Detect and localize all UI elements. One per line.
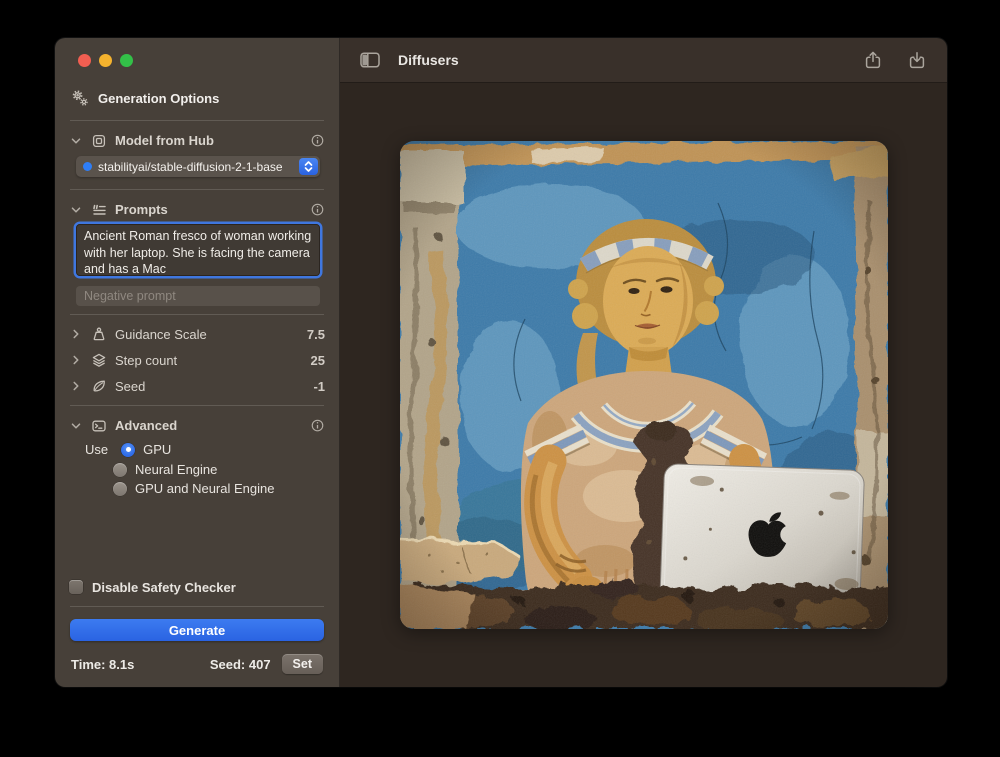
chevron-down-icon[interactable] — [69, 419, 83, 433]
fresco-illustration — [400, 141, 888, 629]
seed-icon — [91, 378, 107, 394]
advanced-section-header[interactable]: Advanced — [69, 412, 325, 439]
image-canvas — [340, 83, 947, 687]
divider — [70, 606, 324, 607]
chevron-right-icon[interactable] — [69, 353, 83, 367]
set-seed-button[interactable]: Set — [282, 654, 323, 674]
radio-neural-engine-label[interactable]: Neural Engine — [135, 462, 217, 477]
window-controls — [69, 38, 325, 82]
chevron-down-icon[interactable] — [69, 134, 83, 148]
model-section-header[interactable]: Model from Hub — [69, 127, 325, 154]
minimize-window-button[interactable] — [99, 54, 112, 67]
model-icon — [91, 133, 107, 149]
prompts-icon — [91, 202, 107, 218]
main-area: Diffusers — [340, 38, 947, 687]
radio-neural-engine[interactable] — [113, 463, 127, 477]
radio-gpu[interactable] — [121, 443, 135, 457]
guidance-scale-value: 7.5 — [307, 327, 325, 342]
guidance-icon — [91, 326, 107, 342]
sidebar-spacer — [69, 498, 325, 574]
chevron-right-icon[interactable] — [69, 327, 83, 341]
prompts-section-label: Prompts — [115, 202, 168, 217]
seed-label: Seed — [115, 379, 145, 394]
generate-button[interactable]: Generate — [70, 619, 324, 641]
disable-safety-checker-label[interactable]: Disable Safety Checker — [92, 580, 236, 595]
radio-gpu-label[interactable]: GPU — [143, 442, 171, 457]
use-label: Use — [85, 442, 108, 457]
step-count-label: Step count — [115, 353, 177, 368]
divider — [70, 120, 324, 121]
titlebar: Diffusers — [340, 38, 947, 83]
guidance-scale-label: Guidance Scale — [115, 327, 207, 342]
share-icon[interactable] — [863, 50, 883, 71]
generated-image[interactable] — [400, 141, 888, 629]
popup-chevrons-icon[interactable] — [299, 158, 318, 175]
info-icon[interactable] — [310, 202, 325, 217]
close-window-button[interactable] — [78, 54, 91, 67]
divider — [70, 189, 324, 190]
fullscreen-window-button[interactable] — [120, 54, 133, 67]
advanced-section-label: Advanced — [115, 418, 177, 433]
prompts-section-header[interactable]: Prompts — [69, 196, 325, 223]
model-status-dot — [83, 162, 92, 171]
sidebar: Generation Options Model from Hub stabi — [55, 38, 340, 687]
disable-safety-checker-checkbox[interactable] — [69, 580, 83, 594]
model-selected-value: stabilityai/stable-diffusion-2-1-base — [98, 160, 295, 174]
step-count-row[interactable]: Step count 25 — [69, 347, 325, 373]
statusbar: Time: 8.1s Seed: 407 Set — [69, 641, 325, 687]
last-seed: Seed: 407 — [210, 657, 271, 672]
step-count-value: 25 — [311, 353, 325, 368]
chevron-right-icon[interactable] — [69, 379, 83, 393]
sidebar-title: Generation Options — [98, 91, 219, 106]
info-icon[interactable] — [310, 418, 325, 433]
compute-unit-option: GPU and Neural Engine — [113, 479, 325, 498]
advanced-icon — [91, 418, 107, 434]
download-icon[interactable] — [907, 50, 927, 71]
chevron-down-icon[interactable] — [69, 203, 83, 217]
seed-row[interactable]: Seed -1 — [69, 373, 325, 399]
model-section-label: Model from Hub — [115, 133, 214, 148]
seed-value: -1 — [313, 379, 325, 394]
radio-gpu-and-neural-engine-label[interactable]: GPU and Neural Engine — [135, 481, 274, 496]
negative-prompt-input[interactable] — [76, 286, 320, 306]
guidance-scale-row[interactable]: Guidance Scale 7.5 — [69, 321, 325, 347]
safety-checker-row: Disable Safety Checker — [69, 574, 325, 600]
sidebar-header: Generation Options — [69, 82, 325, 114]
steps-icon — [91, 352, 107, 368]
divider — [70, 314, 324, 315]
divider — [70, 405, 324, 406]
info-icon[interactable] — [310, 133, 325, 148]
compute-unit-option: Neural Engine — [113, 460, 325, 479]
radio-gpu-and-neural-engine[interactable] — [113, 482, 127, 496]
gears-icon — [71, 89, 89, 107]
generation-time: Time: 8.1s — [71, 657, 134, 672]
compute-unit-group: Use GPU — [85, 439, 325, 460]
sidebar-toggle-icon[interactable] — [360, 52, 380, 68]
app-window: Generation Options Model from Hub stabi — [55, 38, 947, 687]
window-title: Diffusers — [398, 52, 459, 68]
prompt-input[interactable]: Ancient Roman fresco of woman working wi… — [76, 224, 320, 276]
model-popup-button[interactable]: stabilityai/stable-diffusion-2-1-base — [76, 156, 320, 177]
